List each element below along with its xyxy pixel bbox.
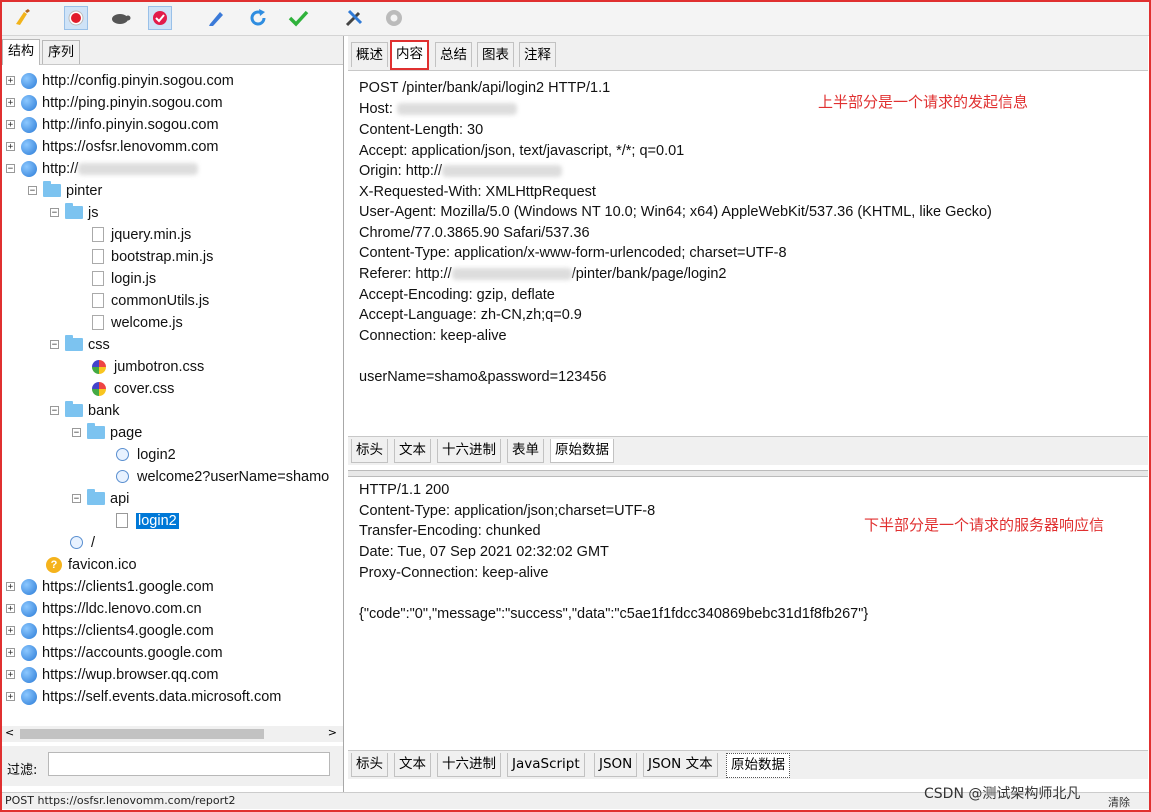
highlight-frame xyxy=(0,0,1151,812)
